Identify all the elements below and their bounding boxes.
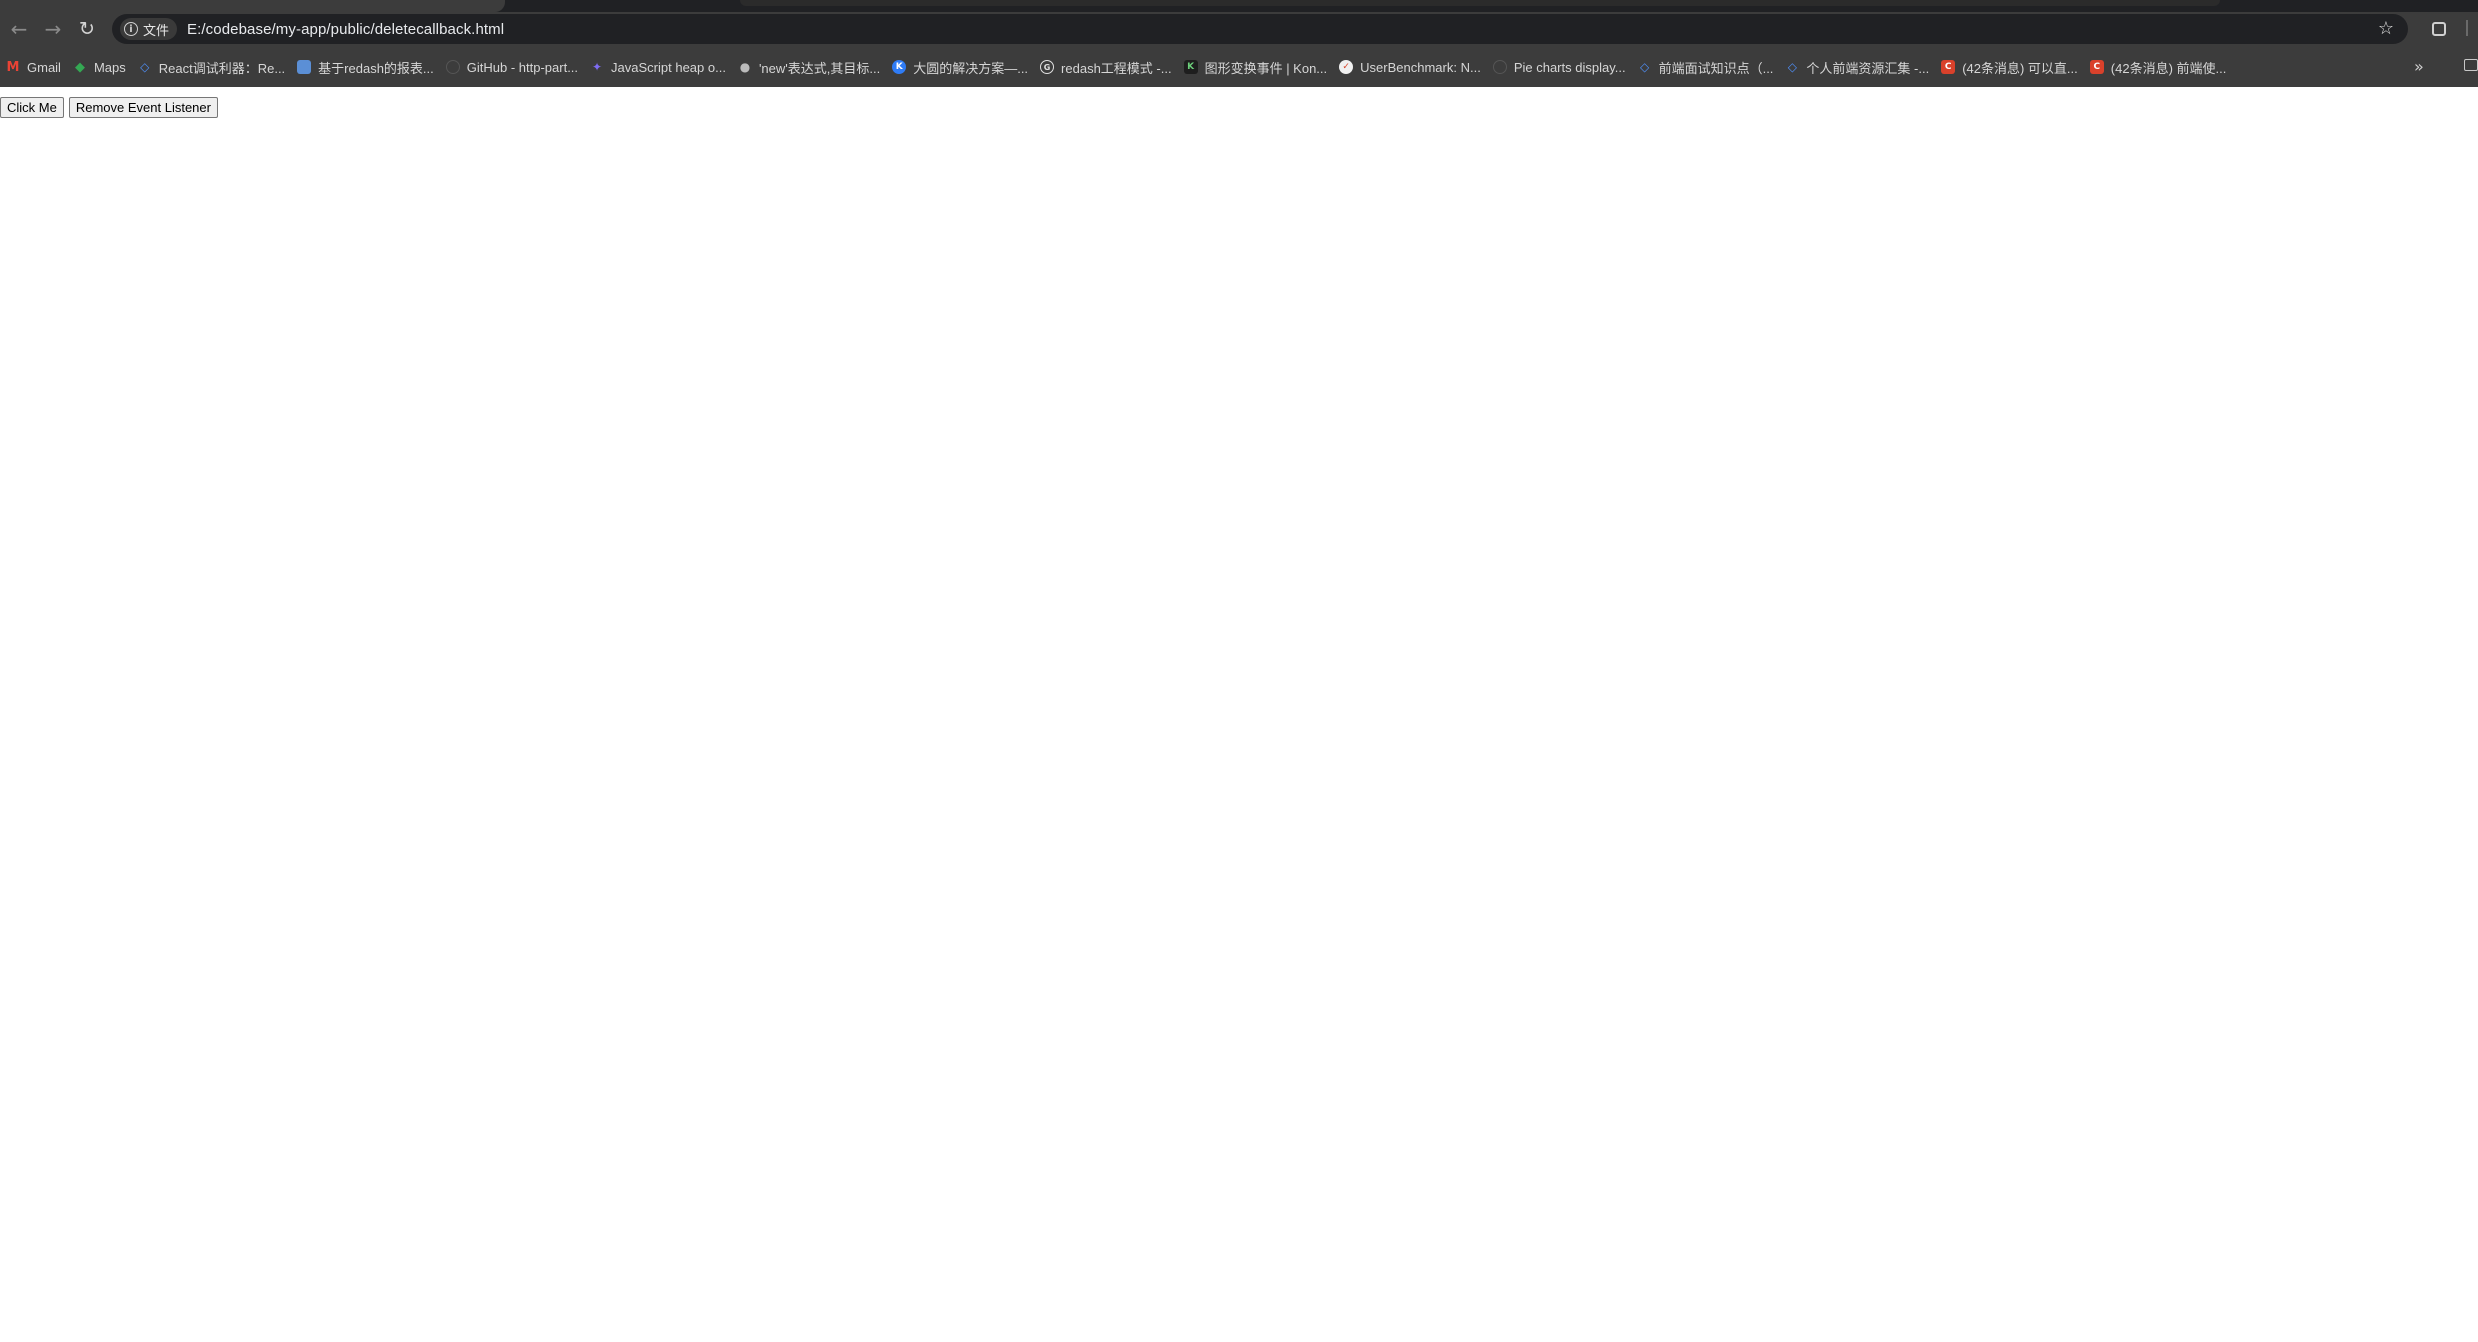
inactive-tab[interactable] bbox=[740, 0, 2220, 6]
bookmark-label: 个人前端资源汇集 -... bbox=[1806, 60, 1930, 76]
wechat-icon: ● bbox=[739, 60, 751, 74]
bookmark-label: Maps bbox=[93, 59, 126, 75]
konva-icon: K bbox=[1183, 60, 1198, 74]
bookmark-label: 'new'表达式,其目标... bbox=[758, 60, 881, 76]
browser-toolbar: ← → ↻ i 文件 E:/codebase/my-app/public/del… bbox=[0, 12, 2478, 46]
bookmark-label: (42条消息) 可以直... bbox=[1962, 60, 2078, 76]
reload-icon: ↻ bbox=[79, 18, 95, 40]
juejin-icon: ◇ bbox=[1787, 60, 1798, 74]
bookmark-item[interactable]: GitHub - http-part... bbox=[440, 55, 584, 79]
k-icon: K bbox=[892, 60, 907, 74]
bookmark-item[interactable]: ● 'new'表达式,其目标... bbox=[732, 55, 886, 79]
extensions-button[interactable] bbox=[2426, 16, 2452, 42]
bookmark-label: UserBenchmark: N... bbox=[1360, 59, 1481, 75]
arrow-right-icon: → bbox=[44, 17, 62, 41]
bookmark-item[interactable]: ◇ 个人前端资源汇集 -... bbox=[1779, 55, 1935, 79]
bookmark-item[interactable]: ✦ JavaScript heap o... bbox=[584, 55, 732, 79]
browser-chrome: ← → ↻ i 文件 E:/codebase/my-app/public/del… bbox=[0, 0, 2478, 87]
github-icon bbox=[445, 60, 460, 74]
bookmark-item[interactable]: ◇ 前端面试知识点（... bbox=[1632, 55, 1780, 79]
bookmark-item[interactable]: K 图形变换事件 | Kon... bbox=[1178, 55, 1334, 79]
bookmark-label: (42条消息) 前端使... bbox=[2110, 60, 2227, 76]
userbenchmark-icon: ✓ bbox=[1339, 60, 1354, 74]
bookmark-item[interactable]: Gredash工程模式 -... bbox=[1034, 55, 1178, 79]
bookmarks-folder-icon[interactable] bbox=[2464, 59, 2478, 71]
bookmark-label: 大圆的解决方案—... bbox=[913, 60, 1029, 76]
bookmark-label: 基于redash的报表... bbox=[318, 60, 434, 76]
back-button[interactable]: ← bbox=[4, 14, 34, 44]
reload-button[interactable]: ↻ bbox=[72, 14, 102, 44]
maps-icon: ◆ bbox=[74, 59, 85, 75]
site-info-chip[interactable]: i 文件 bbox=[120, 18, 178, 40]
bookmark-item[interactable]: M Gmail bbox=[0, 55, 67, 79]
bookmarks-overflow-icon[interactable]: » bbox=[2414, 57, 2424, 76]
remove-event-listener-button[interactable]: Remove Event Listener bbox=[68, 97, 218, 118]
bookmark-label: GitHub - http-part... bbox=[466, 59, 579, 75]
forward-button[interactable]: → bbox=[38, 14, 68, 44]
active-tab[interactable] bbox=[0, 0, 505, 12]
bookmark-label: JavaScript heap o... bbox=[611, 59, 726, 75]
site-info-label: 文件 bbox=[143, 22, 170, 38]
url-text[interactable]: E:/codebase/my-app/public/deletecallback… bbox=[187, 21, 504, 38]
bookmark-item[interactable]: Pie charts display... bbox=[1487, 55, 1632, 79]
page-content: Click Me Remove Event Listener bbox=[0, 87, 2478, 1342]
extensions-icon bbox=[2432, 22, 2446, 36]
bookmark-item[interactable]: 基于redash的报表... bbox=[291, 55, 440, 79]
doc-icon bbox=[297, 60, 312, 74]
juejin-icon: ◇ bbox=[1639, 60, 1650, 74]
info-icon: i bbox=[124, 22, 138, 36]
bookmark-item[interactable]: ◇ React调试利器：Re... bbox=[132, 55, 291, 79]
github-icon bbox=[1492, 60, 1507, 74]
toolbar-divider bbox=[2466, 20, 2468, 36]
bookmark-label: Gmail bbox=[27, 59, 61, 75]
address-bar[interactable]: i 文件 E:/codebase/my-app/public/deletecal… bbox=[112, 14, 2408, 44]
bookmark-label: Pie charts display... bbox=[1513, 59, 1626, 75]
tab-strip bbox=[0, 0, 2478, 12]
juejin-icon: ◇ bbox=[140, 60, 150, 74]
csdn-icon: C bbox=[2089, 60, 2104, 74]
bookmark-item[interactable]: C (42条消息) 可以直... bbox=[1935, 55, 2084, 79]
bookmark-item[interactable]: K 大圆的解决方案—... bbox=[886, 55, 1034, 79]
bookmark-label: React调试利器：Re... bbox=[158, 60, 286, 76]
bookmark-star-icon[interactable]: ☆ bbox=[2378, 18, 2394, 39]
bookmark-label: 图形变换事件 | Kon... bbox=[1204, 60, 1328, 76]
bookmarks-bar: M Gmail ◆ Maps ◇ React调试利器：Re... 基于redash的报表..… bbox=[0, 54, 2478, 80]
bookmark-item[interactable]: ✓ UserBenchmark: N... bbox=[1333, 55, 1487, 79]
button-row: Click Me Remove Event Listener bbox=[0, 97, 223, 118]
arrow-left-icon: ← bbox=[10, 17, 28, 41]
google-icon: G bbox=[1040, 60, 1055, 74]
bookmark-label: redash工程模式 -... bbox=[1061, 60, 1172, 76]
csdn-icon: C bbox=[1941, 60, 1956, 74]
js-heap-icon: ✦ bbox=[592, 60, 603, 74]
bookmark-label: 前端面试知识点（... bbox=[1658, 60, 1774, 76]
gmail-icon: M bbox=[6, 59, 20, 75]
bookmark-item[interactable]: C (42条消息) 前端使... bbox=[2084, 55, 2233, 79]
click-me-button[interactable]: Click Me bbox=[0, 97, 64, 118]
bookmark-item[interactable]: ◆ Maps bbox=[67, 55, 132, 79]
